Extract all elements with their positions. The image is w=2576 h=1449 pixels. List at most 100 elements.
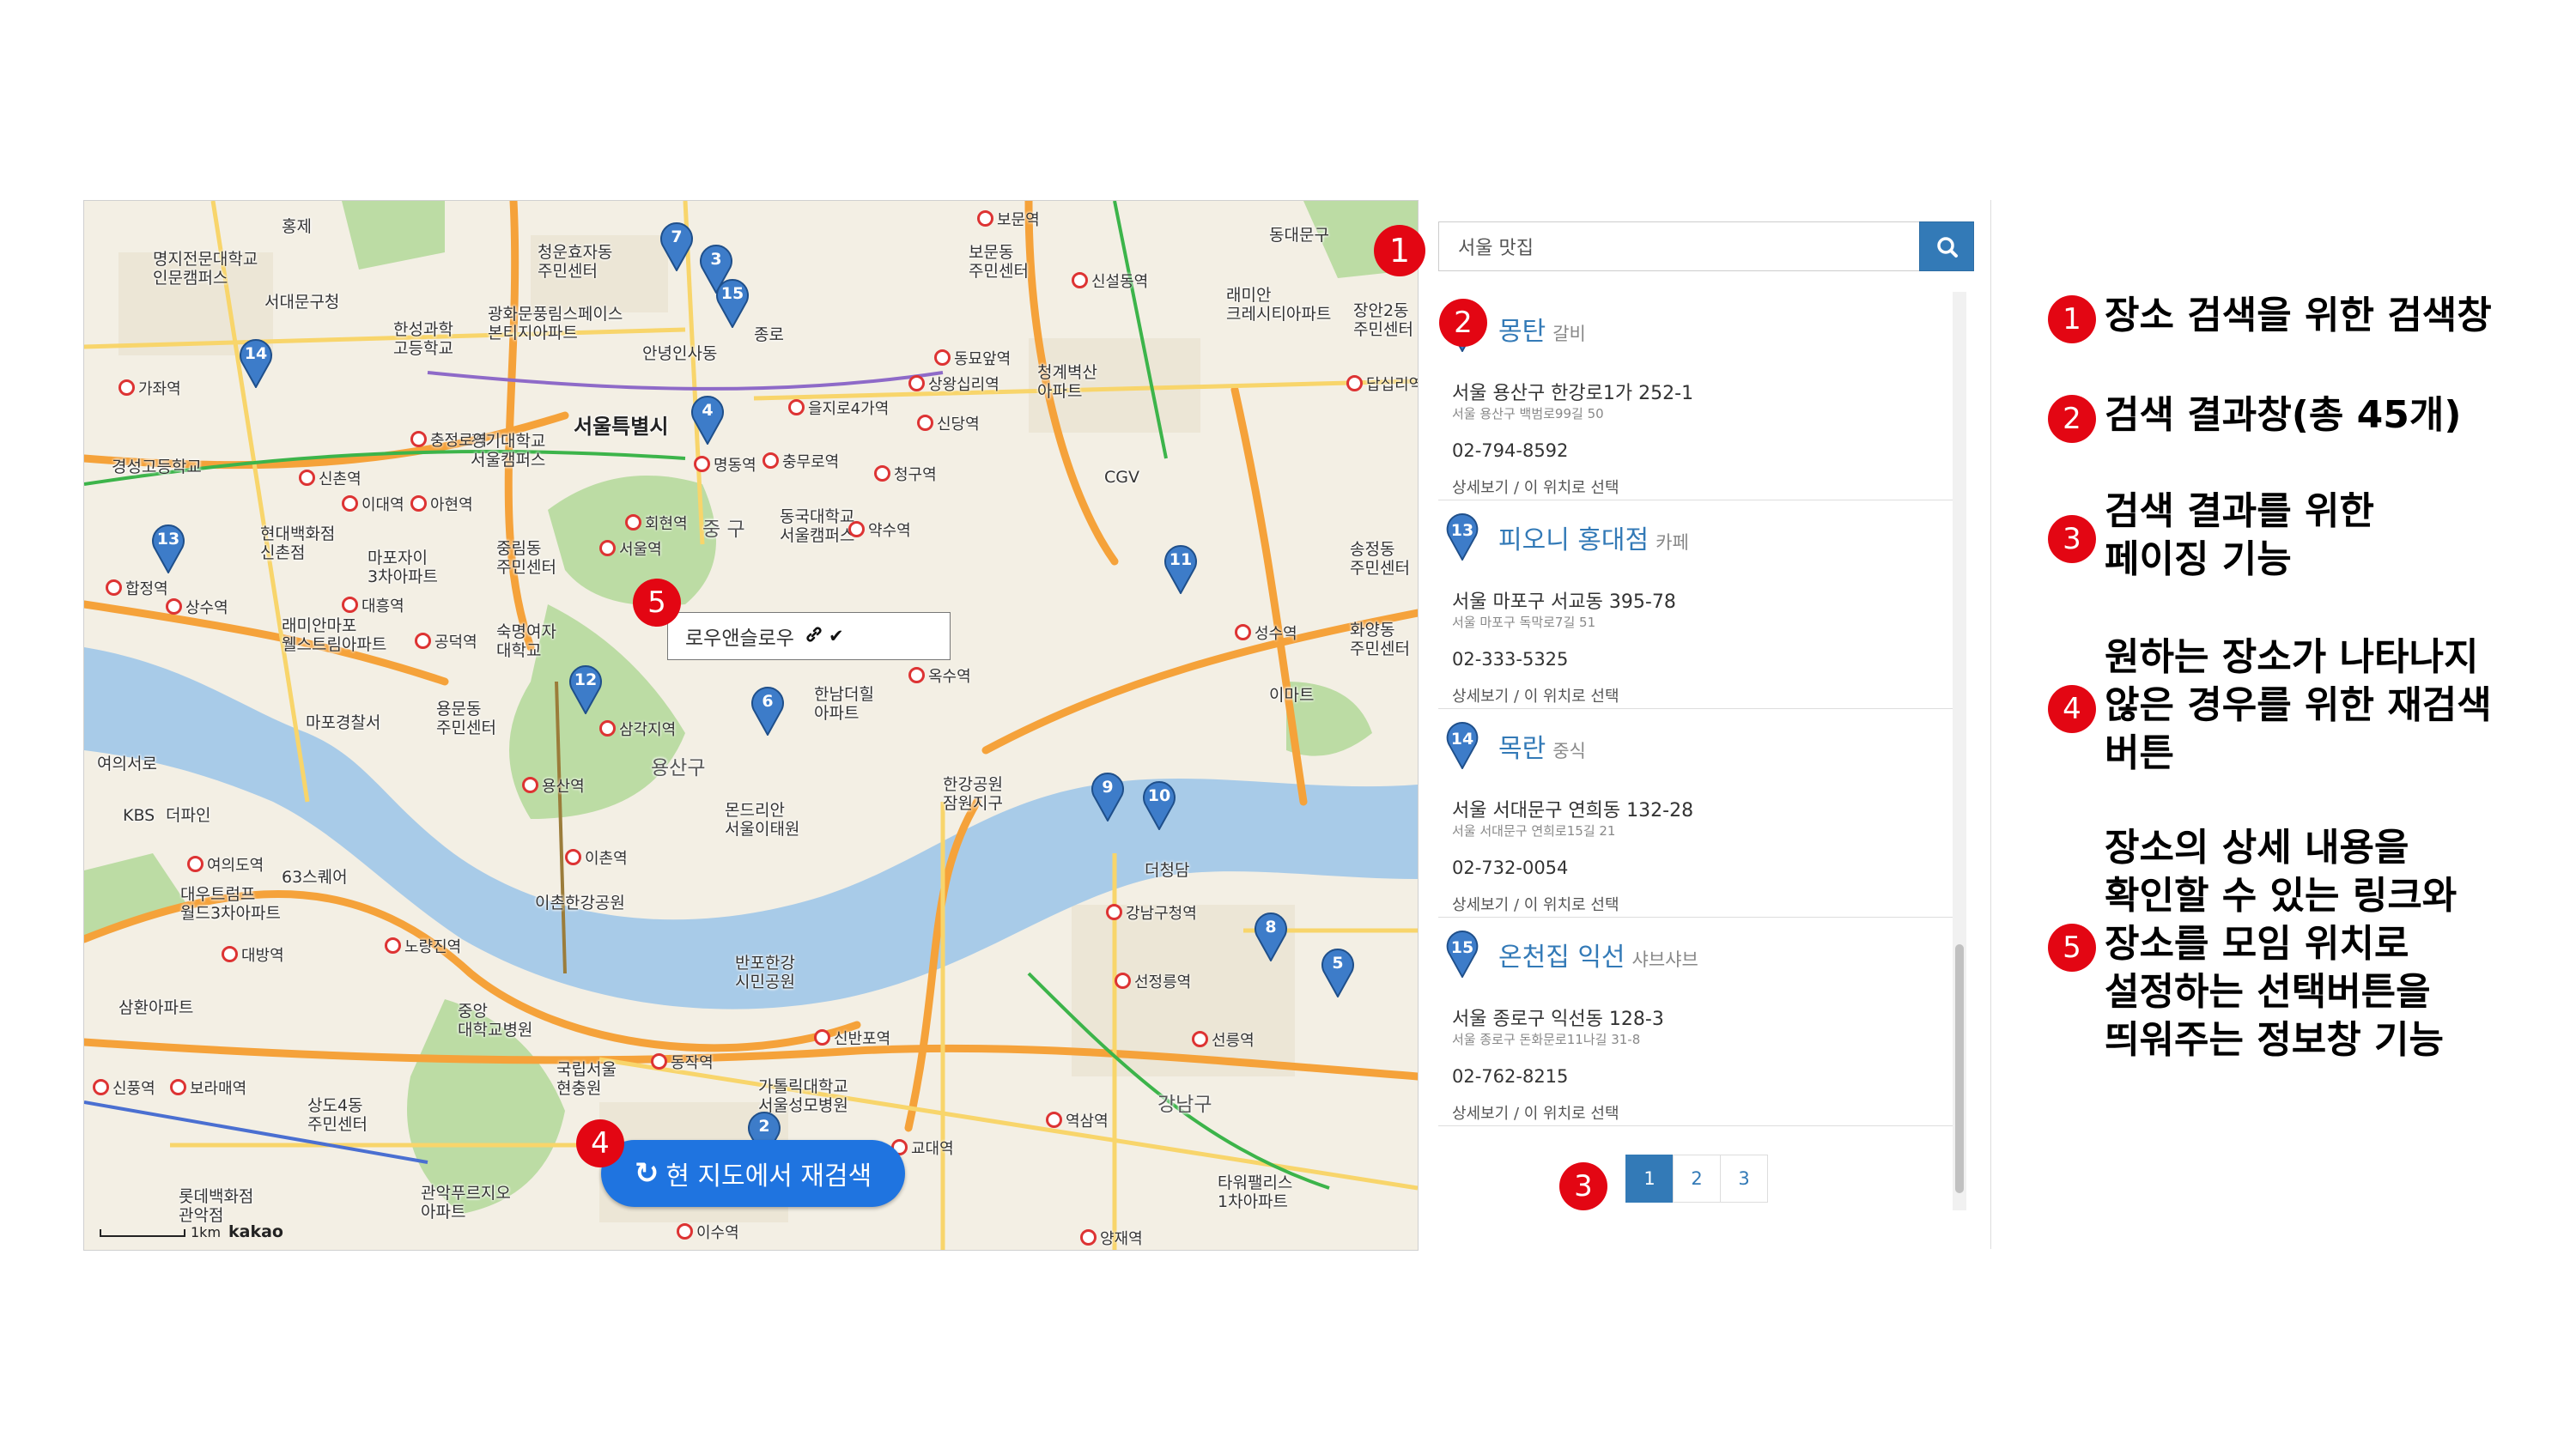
result-marker[interactable]: 10 — [1142, 780, 1176, 830]
result-marker[interactable]: 7 — [659, 221, 694, 271]
result-actions[interactable]: 상세보기 / 이 위치로 선택 — [1452, 684, 1619, 706]
subway-station: 신설동역 — [1072, 270, 1148, 292]
subway-station: 보문역 — [977, 208, 1040, 230]
map-view[interactable]: 홍제 명지전문대학교 인문캠퍼스 서대문구청 청운효자동 주민센터 광화문풍림스… — [83, 200, 1419, 1251]
annotation-text: 원하는 장소가 나타나지 — [2105, 635, 2479, 679]
scrollbar-thumb[interactable] — [1955, 944, 1964, 1193]
marker-number: 3 — [710, 250, 722, 269]
place-label: 이마트 — [1269, 686, 1315, 705]
result-marker-icon: 14 — [1445, 721, 1485, 771]
callout-badge: 5 — [633, 579, 681, 627]
place-label: 숙명여자 대학교 — [496, 622, 556, 660]
place-info-window[interactable]: 로우앤슬로우 ✔ — [667, 612, 951, 660]
page-button[interactable]: 3 — [1720, 1155, 1768, 1203]
callout-badge: 1 — [1374, 225, 1425, 276]
marker-number: 9 — [1102, 778, 1114, 797]
subway-station: 신촌역 — [299, 467, 361, 489]
result-item[interactable]: 13 피오니 홍대점 카페 서울 마포구 서교동 395-78 서울 마포구 독막로7길… — [1438, 500, 1962, 709]
place-label: 래미안마포 웰스트림아파트 — [282, 616, 387, 654]
result-number: 13 — [1450, 521, 1474, 540]
annotation-text: 검색 결과를 위한 — [2105, 489, 2374, 533]
result-marker[interactable]: 15 — [715, 278, 750, 328]
place-label: 몬드리안 서울이태원 — [725, 801, 800, 839]
place-label: 용산구 — [651, 757, 706, 779]
subway-station: 이촌역 — [565, 846, 628, 869]
research-button-label: 현 지도에서 재검색 — [665, 1161, 872, 1191]
result-marker[interactable]: 4 — [690, 395, 725, 445]
scale-bar — [100, 1229, 185, 1237]
result-marker-icon: 13 — [1445, 512, 1485, 562]
result-category: 샤브샤브 — [1631, 949, 1698, 970]
result-number: 15 — [1450, 938, 1474, 957]
marker-number: 14 — [244, 344, 268, 363]
search-button[interactable] — [1919, 221, 1974, 271]
link-icon[interactable] — [805, 625, 823, 648]
subway-station: 선정릉역 — [1115, 970, 1191, 992]
results-scrollbar[interactable] — [1953, 292, 1966, 1210]
place-label: 한성과학 고등학교 — [393, 320, 453, 358]
result-marker[interactable]: 11 — [1163, 544, 1198, 594]
place-label: 중림동 주민센터 — [496, 539, 556, 577]
result-address: 서울 마포구 서교동 395-78 — [1452, 591, 1676, 613]
result-marker[interactable]: 12 — [568, 664, 603, 714]
place-label: 경성고등학교 — [112, 458, 202, 476]
annotation-text: 장소의 상세 내용을 — [2105, 826, 2409, 870]
place-label: 삼환아파트 — [118, 998, 194, 1017]
place-label: 종로 — [754, 325, 784, 344]
annotation-badge: 1 — [2048, 295, 2096, 343]
marker-number: 12 — [574, 670, 598, 689]
research-current-map-button[interactable]: ↻ 현 지도에서 재검색 — [601, 1140, 905, 1207]
subway-station: 대방역 — [222, 943, 284, 966]
subway-station: 상수역 — [166, 596, 228, 618]
annotation-text: 띄워주는 정보창 기능 — [2105, 1018, 2444, 1062]
search-input[interactable]: 서울 맛집 — [1438, 221, 1919, 271]
result-actions[interactable]: 상세보기 / 이 위치로 선택 — [1452, 476, 1619, 498]
result-name[interactable]: 몽탄 — [1498, 317, 1546, 347]
result-item[interactable]: 14 목란 중식 서울 서대문구 연희동 132-28 서울 서대문구 연희로15길 2… — [1438, 709, 1962, 918]
subway-station: 교대역 — [891, 1137, 954, 1159]
result-actions[interactable]: 상세보기 / 이 위치로 선택 — [1452, 1101, 1619, 1124]
result-marker[interactable]: 9 — [1091, 772, 1125, 822]
result-phone: 02-794-8592 — [1452, 440, 1569, 461]
subway-station: 이대역 — [342, 493, 404, 515]
result-actions[interactable]: 상세보기 / 이 위치로 선택 — [1452, 893, 1619, 915]
map-scale: 1km — [100, 1224, 221, 1240]
result-item[interactable]: 몽탄 갈비 서울 용산구 한강로1가 252-1 서울 용산구 백범로99길 50 02… — [1438, 292, 1962, 500]
marker-number: 8 — [1265, 918, 1277, 937]
annotation-text: 확인할 수 있는 링크와 — [2105, 874, 2458, 918]
place-label: 마포자이 3차아파트 — [368, 549, 439, 586]
place-label: 더파인 — [166, 806, 211, 825]
place-label: 래미안 크레시티아파트 — [1226, 286, 1332, 324]
subway-station: 가좌역 — [118, 377, 181, 399]
place-label: 중 구 — [702, 518, 745, 541]
result-marker[interactable]: 8 — [1254, 912, 1288, 961]
subway-station: 합정역 — [106, 577, 168, 599]
result-item[interactable]: 15 온천집 익선 샤브샤브 서울 종로구 익선동 128-3 서울 종로구 돈화문로1… — [1438, 918, 1962, 1126]
result-marker[interactable]: 6 — [750, 686, 785, 736]
subway-station: 삼각지역 — [599, 718, 676, 740]
place-label: 청운효자동 주민센터 — [538, 243, 613, 281]
subway-station: 회현역 — [625, 512, 688, 534]
result-name[interactable]: 피오니 홍대점 — [1498, 525, 1649, 555]
place-label: 이촌한강공원 — [535, 894, 625, 912]
marker-number: 15 — [720, 284, 744, 303]
result-name[interactable]: 목란 — [1498, 734, 1546, 764]
annotation-text: 검색 결과창(총 45개) — [2105, 393, 2462, 437]
place-label: 서울특별시 — [574, 415, 669, 439]
page-button[interactable]: 1 — [1625, 1155, 1674, 1203]
result-marker[interactable]: 5 — [1321, 948, 1355, 997]
annotation-badge: 4 — [2048, 685, 2096, 733]
callout-badge: 2 — [1439, 299, 1487, 347]
result-address: 서울 종로구 익선동 128-3 — [1452, 1009, 1664, 1030]
search-panel: 서울 맛집 몽탄 갈비 서울 용산구 한강로1가 252-1 서울 용산구 백범로99… — [1419, 200, 1991, 1249]
result-name[interactable]: 온천집 익선 — [1498, 943, 1625, 973]
search-results-list: 몽탄 갈비 서울 용산구 한강로1가 252-1 서울 용산구 백범로99길 50 02… — [1438, 292, 1962, 1126]
check-icon[interactable]: ✔ — [829, 626, 844, 646]
subway-station: 공덕역 — [415, 630, 477, 652]
marker-number: 4 — [702, 401, 714, 420]
result-marker[interactable]: 13 — [151, 524, 185, 573]
marker-number: 10 — [1147, 786, 1171, 805]
result-marker[interactable]: 14 — [239, 338, 273, 388]
result-phone: 02-732-0054 — [1452, 858, 1569, 878]
page-button[interactable]: 2 — [1673, 1155, 1721, 1203]
